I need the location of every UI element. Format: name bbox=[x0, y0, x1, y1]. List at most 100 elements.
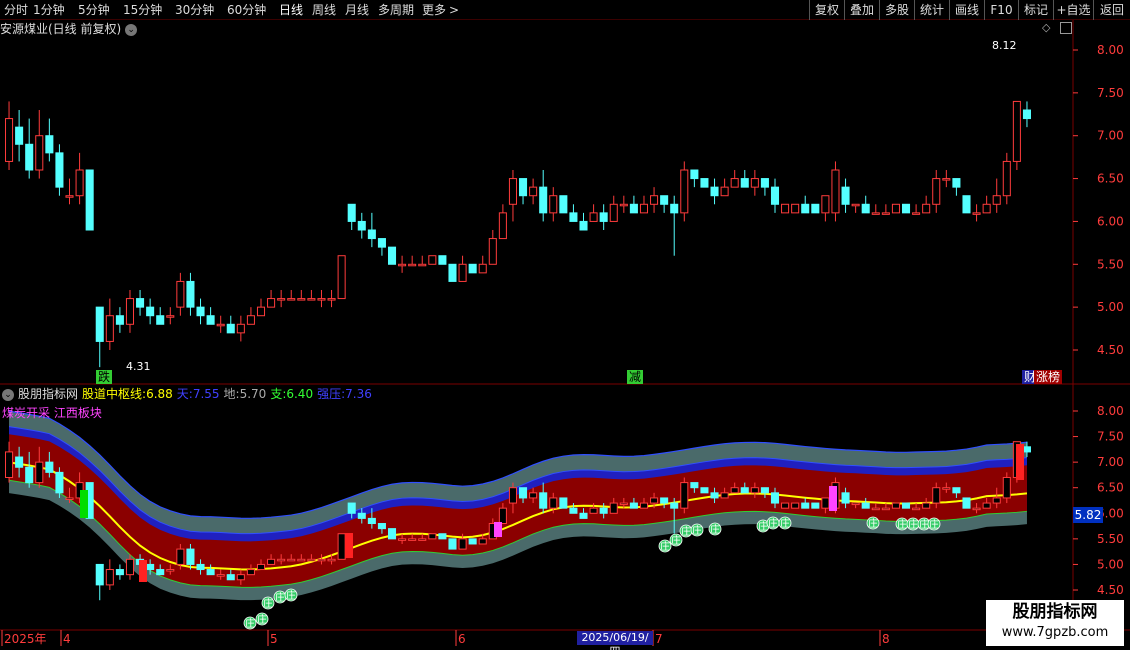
main-candle-body bbox=[831, 169, 840, 214]
ind-candle-body bbox=[347, 502, 356, 514]
ind-candle-body bbox=[770, 492, 780, 504]
ind-candle-body bbox=[226, 574, 235, 581]
main-candle-body bbox=[549, 195, 558, 214]
ind-candle-body bbox=[337, 533, 346, 560]
ind-candle-body bbox=[156, 569, 165, 576]
ind-candle-body bbox=[861, 502, 870, 509]
ind-candle-body bbox=[508, 487, 517, 504]
ind-candle-body bbox=[619, 502, 628, 506]
ind-candle-body bbox=[529, 492, 538, 499]
main-candle-body bbox=[962, 195, 971, 214]
ind-candle-body bbox=[740, 487, 749, 494]
main-candle-body bbox=[367, 229, 376, 240]
ind-candle-body bbox=[680, 482, 689, 509]
main-candle-body bbox=[206, 315, 215, 325]
main-candle-body bbox=[932, 178, 941, 205]
ind-candle-body bbox=[639, 502, 649, 509]
zhuang-marker-label: 庄 bbox=[275, 591, 285, 604]
ind-candle-body bbox=[660, 497, 669, 504]
ind-candle-body bbox=[15, 456, 24, 468]
zhuang-marker-label: 庄 bbox=[710, 523, 720, 536]
zhuang-marker-label: 庄 bbox=[908, 518, 918, 531]
main-candle-body bbox=[861, 203, 870, 214]
indicator-title: ⌄ 股朋指标网 股道中枢线:6.88 天:7.55 地:5.70 支:6.40 强压:7.3… bbox=[2, 386, 376, 402]
chevron-down-icon[interactable]: ⌄ bbox=[2, 388, 14, 401]
main-y-tick-label: 8.00 bbox=[1097, 43, 1124, 57]
ind-candle-body bbox=[307, 558, 316, 562]
main-candle-body bbox=[619, 203, 628, 207]
main-candle-body bbox=[791, 203, 800, 214]
main-candle-body bbox=[901, 203, 911, 214]
ind-candle-body bbox=[287, 558, 296, 562]
main-candle-body bbox=[982, 203, 991, 214]
main-candle-body bbox=[85, 169, 94, 231]
ind-candle-body bbox=[206, 569, 215, 576]
watermark-title: 股朋指标网 bbox=[1012, 602, 1098, 622]
cursor-date-label: 2025/06/19/四 bbox=[577, 631, 653, 650]
window-toggle-icon[interactable] bbox=[1060, 22, 1072, 34]
chevron-down-icon[interactable]: ⌄ bbox=[125, 23, 138, 36]
main-candle-body bbox=[1012, 100, 1021, 162]
main-candle-body bbox=[75, 169, 84, 197]
pressure-label: 强压: bbox=[317, 387, 346, 401]
main-y-tick-label: 7.50 bbox=[1097, 86, 1124, 100]
signal-block bbox=[345, 533, 353, 558]
main-candle-body bbox=[347, 203, 356, 222]
ind-candle-body bbox=[176, 548, 185, 565]
ind-candle-body bbox=[115, 569, 124, 576]
ind-candle-body bbox=[297, 558, 306, 562]
main-candle-body bbox=[428, 255, 437, 265]
main-candle-body bbox=[55, 152, 64, 188]
main-candle-body bbox=[670, 203, 679, 214]
ind-candle-body bbox=[801, 502, 810, 509]
main-candle-body bbox=[146, 306, 155, 317]
signal-block bbox=[829, 486, 837, 511]
diamond-icon[interactable]: ◇ bbox=[1042, 22, 1054, 34]
zhuang-marker-label: 庄 bbox=[692, 524, 702, 537]
main-candle-body bbox=[136, 298, 145, 308]
ind-candle-body bbox=[690, 482, 699, 489]
zhuang-marker-label: 庄 bbox=[868, 517, 878, 530]
main-candle-body bbox=[770, 186, 780, 205]
ind-candle-body bbox=[357, 512, 366, 519]
ind-candle-body bbox=[387, 528, 397, 540]
main-candle-body bbox=[418, 263, 427, 267]
ind-candle-body bbox=[589, 507, 598, 514]
main-candle-body bbox=[912, 212, 921, 215]
kline-chart[interactable]: 8.00 7.50 7.00 6.50 6.00 5.50 5.00 4.50 8.00 7.5… bbox=[0, 0, 1130, 650]
main-candle-body bbox=[15, 126, 24, 145]
main-candle-body bbox=[357, 220, 366, 231]
main-candle-body bbox=[519, 178, 528, 197]
main-candle-body bbox=[448, 263, 457, 282]
main-candle-body bbox=[468, 263, 477, 274]
ind-candle-body bbox=[952, 487, 961, 494]
signal-jian: 减 bbox=[627, 370, 644, 384]
ind-candle-body bbox=[871, 507, 880, 511]
main-candle-body bbox=[478, 263, 487, 274]
ind-candle-body bbox=[519, 487, 528, 499]
zhuang-marker-label: 庄 bbox=[671, 534, 681, 547]
main-candle-body bbox=[196, 306, 205, 317]
main-candle-body bbox=[287, 298, 296, 301]
watermark-url: www.7gpzb.com bbox=[1001, 625, 1109, 640]
ind-candle-body bbox=[539, 492, 548, 509]
main-candle-body bbox=[327, 298, 336, 301]
main-candle-body bbox=[508, 178, 517, 205]
ind-candle-body bbox=[186, 548, 195, 565]
main-y-tick-label: 6.00 bbox=[1097, 214, 1124, 228]
date-tick-label: 2025年 bbox=[4, 632, 47, 646]
main-candle-body bbox=[851, 203, 860, 207]
main-candle-body bbox=[125, 298, 135, 325]
ind-candle-body bbox=[55, 471, 64, 494]
main-y-tick-label: 6.50 bbox=[1097, 172, 1124, 186]
main-candle-body bbox=[297, 298, 306, 301]
main-candle-body bbox=[488, 238, 497, 265]
watermark-logo: 股朋指标网 www.7gpzb.com bbox=[986, 600, 1124, 646]
ind-candle-body bbox=[95, 563, 104, 586]
main-candle-body bbox=[609, 203, 618, 222]
date-tick-label: 8 bbox=[882, 632, 890, 646]
main-candle-body bbox=[952, 178, 961, 188]
ind-candle-body bbox=[448, 538, 457, 550]
main-candle-body bbox=[246, 315, 255, 325]
main-candle-body bbox=[740, 178, 749, 188]
